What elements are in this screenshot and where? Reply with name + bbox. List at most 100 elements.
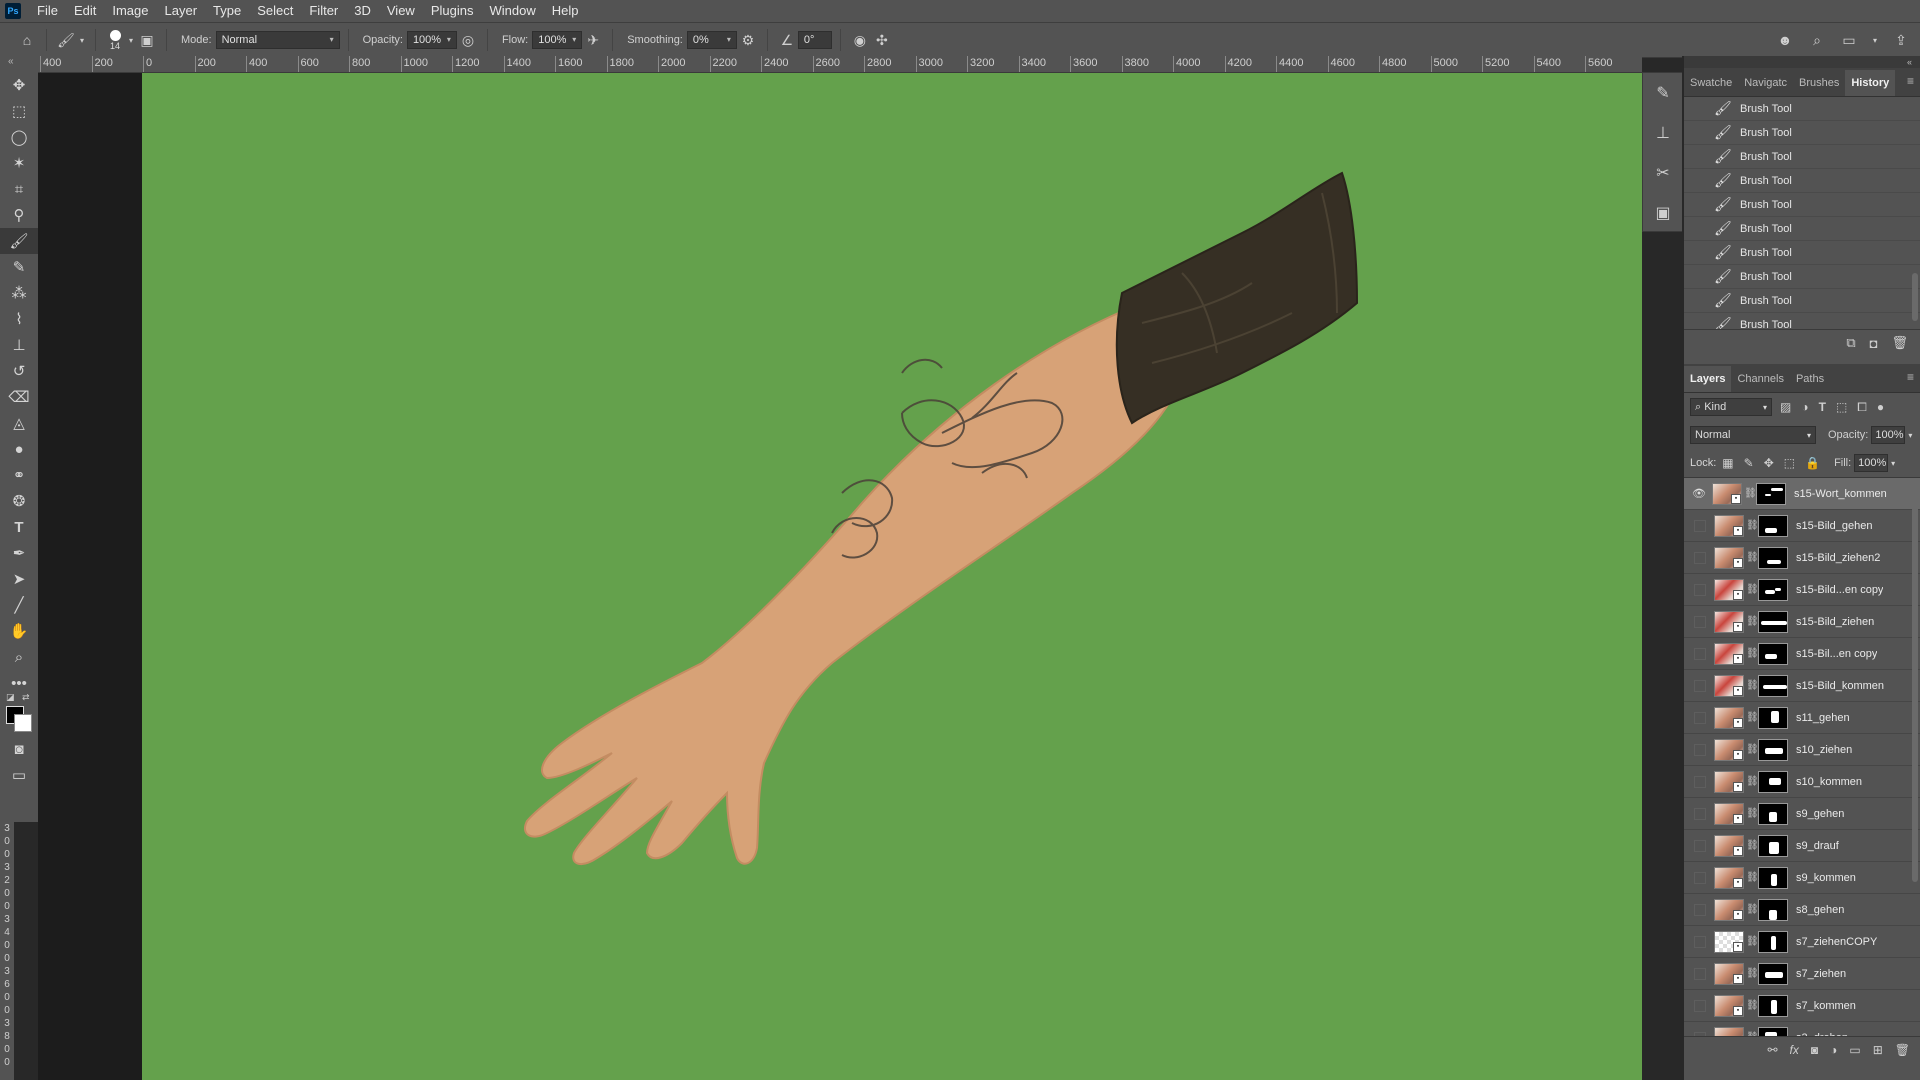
history-source-checkbox[interactable] (1694, 247, 1706, 259)
layer-thumbnail[interactable]: ▪ (1714, 738, 1744, 761)
menu-view[interactable]: View (379, 0, 423, 22)
layer-row[interactable]: ▪ ⛓ s15-Bild_gehen (1684, 510, 1920, 542)
layer-row[interactable]: ▪ ⛓ s7_ziehenCOPY (1684, 926, 1920, 958)
sponge-tool-icon[interactable]: ❂ (0, 488, 38, 514)
brush-tool-icon[interactable]: 🖌 (0, 228, 38, 254)
symmetry-icon[interactable]: ✣ (871, 29, 893, 51)
visibility-toggle[interactable] (1694, 775, 1706, 788)
chain-link-icon[interactable]: ⛓ (1746, 904, 1759, 915)
layer-thumbnail[interactable]: ▪ (1714, 898, 1744, 921)
tools-panel-icon[interactable]: ✂ (1643, 153, 1683, 193)
visibility-toggle[interactable] (1694, 743, 1706, 756)
filter-smart-object-icon[interactable]: ⧠ (1857, 400, 1867, 415)
history-item[interactable]: 🖌 Brush Tool (1684, 241, 1920, 265)
mixer-brush-tool-icon[interactable]: ⌇ (0, 306, 38, 332)
path-selection-tool-icon[interactable]: ➤ (0, 566, 38, 592)
layer-thumbnail[interactable]: ▪ (1714, 962, 1744, 985)
chevron-down-icon[interactable]: ▾ (77, 29, 87, 51)
layer-thumbnail[interactable]: ▪ (1714, 930, 1744, 953)
layer-mask-thumbnail[interactable] (1758, 610, 1788, 633)
visibility-toggle[interactable] (1694, 1031, 1706, 1036)
add-mask-icon[interactable]: ◙ (1811, 1043, 1818, 1057)
filter-toggle-icon[interactable]: ● (1877, 400, 1884, 415)
chain-link-icon[interactable]: ⛓ (1746, 712, 1759, 723)
layer-mask-thumbnail[interactable] (1758, 642, 1788, 665)
visibility-toggle[interactable] (1694, 935, 1706, 948)
layer-mask-thumbnail[interactable] (1756, 482, 1786, 505)
move-tool-icon[interactable]: ✥ (0, 72, 38, 98)
visibility-toggle[interactable] (1694, 871, 1706, 884)
collapse-bar[interactable]: « (1684, 56, 1920, 68)
lock-image-icon[interactable]: ✎ (1744, 456, 1754, 470)
tab-swatches[interactable]: Swatche (1684, 70, 1738, 96)
menu-filter[interactable]: Filter (301, 0, 346, 22)
menu-edit[interactable]: Edit (66, 0, 104, 22)
history-source-checkbox[interactable] (1694, 151, 1706, 163)
layer-thumbnail[interactable]: ▪ (1714, 802, 1744, 825)
chevron-down-icon[interactable]: ▾ (1908, 431, 1912, 440)
home-icon[interactable]: ⌂ (16, 29, 38, 51)
history-item[interactable]: 🖌 Brush Tool (1684, 169, 1920, 193)
layer-mask-thumbnail[interactable] (1758, 994, 1788, 1017)
layer-mask-thumbnail[interactable] (1758, 578, 1788, 601)
airbrush-icon[interactable]: ✈ (582, 29, 604, 51)
type-tool-icon[interactable]: T (0, 514, 38, 540)
chain-link-icon[interactable]: ⛓ (1746, 552, 1759, 563)
brush-size-picker[interactable]: 14 (104, 29, 126, 51)
new-group-folder-icon[interactable]: ▭ (1849, 1043, 1860, 1057)
tab-channels[interactable]: Channels (1731, 366, 1789, 392)
tab-brushes[interactable]: Brushes (1793, 70, 1845, 96)
dodge-tool-icon[interactable]: ⚭ (0, 462, 38, 488)
chain-link-icon[interactable]: ⛓ (1746, 520, 1759, 531)
ruler-vertical[interactable]: 3 0 0 3 2 0 0 3 4 0 0 3 6 0 0 3 8 0 0 (0, 822, 14, 1080)
clone-source-panel-icon[interactable]: ⊥ (1643, 113, 1683, 153)
chain-link-icon[interactable]: ⛓ (1746, 936, 1759, 947)
search-icon[interactable]: ⌕ (1806, 29, 1828, 51)
fill-field[interactable]: 100% (1854, 454, 1889, 472)
document-canvas[interactable] (142, 73, 1642, 1080)
layer-mask-thumbnail[interactable] (1758, 770, 1788, 793)
brush-settings-icon[interactable]: ▣ (136, 29, 158, 51)
visibility-toggle[interactable] (1694, 647, 1706, 660)
lock-artboard-icon[interactable]: ⬚ (1784, 456, 1795, 470)
snapshot-camera-icon[interactable]: ◘ (1870, 336, 1878, 351)
layer-row[interactable]: ▪ ⛓ s15-Bild_kommen (1684, 670, 1920, 702)
menu-layer[interactable]: Layer (157, 0, 206, 22)
gear-icon[interactable]: ⚙ (737, 29, 759, 51)
menu-window[interactable]: Window (481, 0, 543, 22)
filter-shape-icon[interactable]: ⬚ (1836, 400, 1847, 415)
kind-filter-select[interactable]: ⌕ Kind ▾ (1690, 398, 1772, 416)
paint-bucket-tool-icon[interactable]: ◬ (0, 410, 38, 436)
layer-row[interactable]: ▪ ⛓ s8_gehen (1684, 894, 1920, 926)
history-source-checkbox[interactable] (1694, 223, 1706, 235)
layer-row[interactable]: ▪ ⛓ s9_kommen (1684, 862, 1920, 894)
default-colors-icon[interactable]: ◪ (6, 692, 15, 703)
tab-history[interactable]: History (1845, 70, 1896, 96)
lock-position-icon[interactable]: ✥ (1764, 456, 1774, 470)
layers-scrollbar[interactable] (1912, 482, 1918, 882)
layer-mask-thumbnail[interactable] (1758, 930, 1788, 953)
layer-thumbnail[interactable]: ▪ (1714, 1026, 1744, 1036)
chevron-down-icon[interactable]: ▾ (1870, 29, 1880, 51)
layer-thumbnail[interactable]: ▪ (1714, 770, 1744, 793)
layer-thumbnail[interactable]: ▪ (1714, 578, 1744, 601)
hand-tool-icon[interactable]: ✋ (0, 618, 38, 644)
history-item[interactable]: 🖌 Brush Tool (1684, 265, 1920, 289)
history-source-checkbox[interactable] (1694, 175, 1706, 187)
visibility-toggle[interactable] (1694, 551, 1706, 564)
history-item[interactable]: 🖌 Brush Tool (1684, 97, 1920, 121)
mode-select[interactable]: Normal ▾ (215, 31, 340, 49)
menu-image[interactable]: Image (104, 0, 156, 22)
background-color-swatch[interactable] (14, 714, 32, 732)
layer-row[interactable]: ▪ ⛓ s10_ziehen (1684, 734, 1920, 766)
history-scrollbar[interactable] (1912, 273, 1918, 321)
visibility-toggle[interactable] (1694, 615, 1706, 628)
blur-tool-icon[interactable]: ● (0, 436, 38, 462)
screen-mode-icon[interactable]: ▭ (0, 762, 38, 788)
swap-colors-icon[interactable]: ⇄ (22, 692, 30, 703)
eyedropper-tool-icon[interactable]: ⚲ (0, 202, 38, 228)
chain-link-icon[interactable]: ⛓ (1744, 488, 1757, 499)
layer-thumbnail[interactable]: ▪ (1712, 482, 1742, 505)
history-item[interactable]: 🖌 Brush Tool (1684, 217, 1920, 241)
layer-row[interactable]: 👁 ▪ ⛓ s15-Wort_kommen (1684, 478, 1920, 510)
